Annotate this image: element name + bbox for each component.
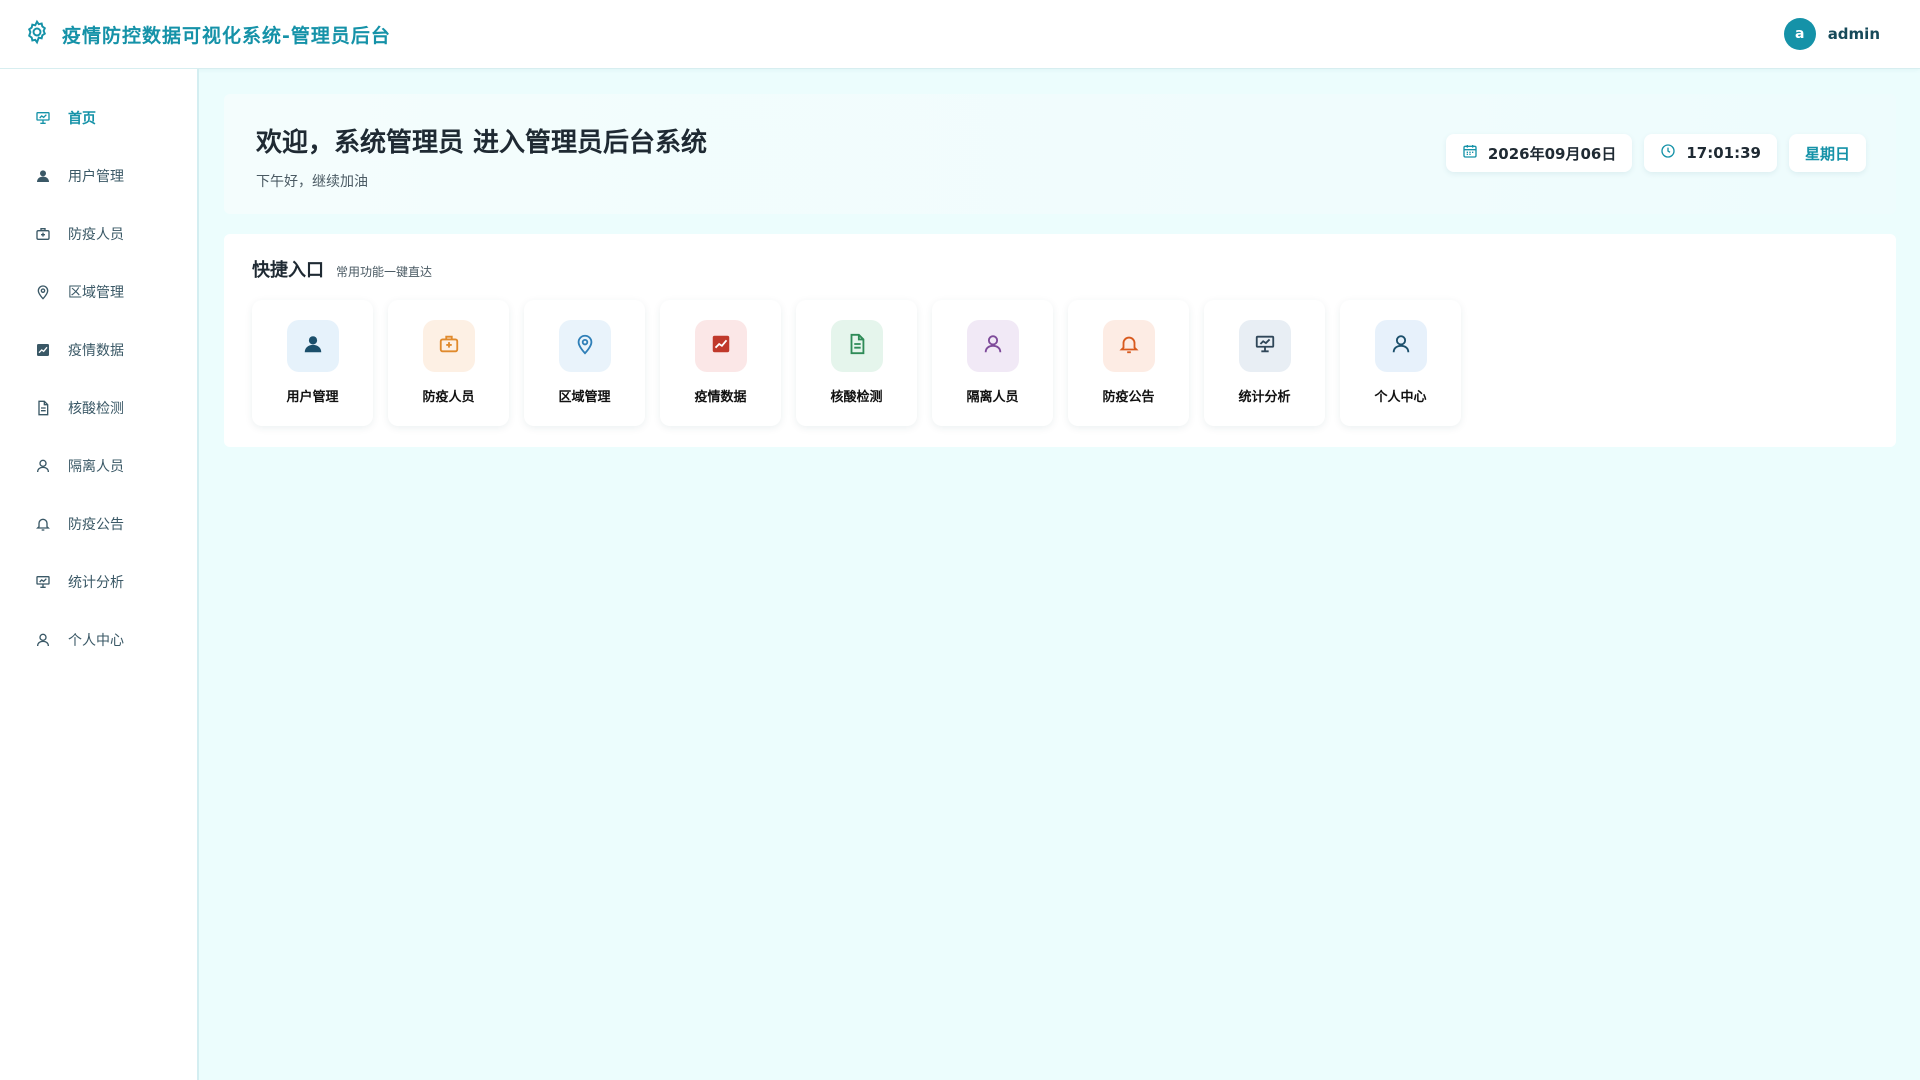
- quick-icon-bg: [1102, 320, 1155, 372]
- brand[interactable]: 疫情防控数据可视化系统-管理员后台: [24, 19, 391, 49]
- clock-icon: [1660, 143, 1676, 163]
- quick-card-label: 防疫公告: [1102, 390, 1155, 405]
- bell-icon: [34, 515, 52, 533]
- sidebar-item-label: 防疫公告: [68, 517, 124, 533]
- quick-icon-bg: [966, 320, 1019, 372]
- quick-card-user-management[interactable]: 用户管理: [252, 300, 373, 426]
- quick-card-region[interactable]: 区域管理: [524, 300, 645, 426]
- quick-card-statistics[interactable]: 统计分析: [1204, 300, 1325, 426]
- quick-entry-subtitle: 常用功能一键直达: [336, 265, 433, 279]
- time-text: 17:01:39: [1686, 144, 1761, 162]
- presentation-icon: [1254, 333, 1276, 359]
- quick-icon-bg: [422, 320, 475, 372]
- sidebar-item-quarantine[interactable]: 隔离人员: [0, 437, 197, 495]
- quick-card-label: 统计分析: [1238, 390, 1291, 405]
- quick-icon-bg: [830, 320, 883, 372]
- quick-card-label: 防疫人员: [422, 390, 475, 405]
- quick-card-nucleic-test[interactable]: 核酸检测: [796, 300, 917, 426]
- sidebar-item-label: 首页: [68, 111, 96, 127]
- calendar-icon: [1462, 143, 1478, 163]
- top-header: 疫情防控数据可视化系统-管理员后台 a admin: [0, 0, 1920, 69]
- sidebar-item-epidemic-data[interactable]: 疫情数据: [0, 321, 197, 379]
- quick-icon-bg: [1374, 320, 1427, 372]
- quick-card-label: 核酸检测: [830, 390, 883, 405]
- gear-icon: [24, 19, 50, 49]
- sidebar-item-label: 区域管理: [68, 285, 124, 301]
- user-filled-icon: [302, 333, 324, 359]
- date-chip: 2026年09月06日: [1445, 134, 1633, 172]
- quick-icon-bg: [286, 320, 339, 372]
- sidebar-item-statistics[interactable]: 统计分析: [0, 553, 197, 611]
- quick-entry-list: 用户管理 防疫人员 区域管理 疫情数据 核酸检测 隔离人员 防疫公告 统计分析 …: [252, 300, 1868, 426]
- user-icon: [982, 333, 1004, 359]
- quick-card-label: 个人中心: [1374, 390, 1427, 405]
- avatar[interactable]: a: [1783, 18, 1816, 50]
- time-chip: 17:01:39: [1644, 134, 1777, 172]
- quick-card-label: 隔离人员: [966, 390, 1019, 405]
- sidebar-item-label: 疫情数据: [68, 343, 124, 359]
- user-menu[interactable]: a admin: [1783, 18, 1880, 50]
- quick-entry-panel: 快捷入口 常用功能一键直达 用户管理 防疫人员 区域管理 疫情数据 核酸检测 隔…: [224, 234, 1896, 447]
- sidebar-item-label: 统计分析: [68, 575, 124, 591]
- chart-icon: [710, 333, 732, 359]
- username[interactable]: admin: [1828, 25, 1880, 43]
- quick-icon-bg: [558, 320, 611, 372]
- medical-kit-icon: [438, 333, 460, 359]
- sidebar-item-label: 个人中心: [68, 633, 124, 649]
- quick-entry-header: 快捷入口 常用功能一键直达: [252, 256, 1868, 282]
- sidebar: 首页 用户管理 防疫人员 区域管理 疫情数据 核酸检测 隔离人员 防疫公告 统计…: [0, 69, 199, 1080]
- quick-entry-title: 快捷入口: [252, 260, 324, 281]
- sidebar-item-label: 防疫人员: [68, 227, 124, 243]
- sidebar-item-label: 用户管理: [68, 169, 124, 185]
- quick-card-staff[interactable]: 防疫人员: [388, 300, 509, 426]
- quick-card-label: 用户管理: [286, 390, 339, 405]
- sidebar-item-announcement[interactable]: 防疫公告: [0, 495, 197, 553]
- date-time-info: 2026年09月06日 17:01:39 星期日: [1445, 134, 1866, 172]
- sidebar-item-user-management[interactable]: 用户管理: [0, 147, 197, 205]
- weekday-chip: 星期日: [1788, 134, 1866, 172]
- document-icon: [846, 333, 868, 359]
- presentation-icon: [34, 109, 52, 127]
- bell-icon: [1118, 333, 1140, 359]
- chart-icon: [34, 341, 52, 359]
- quick-card-label: 区域管理: [558, 390, 611, 405]
- medical-kit-icon: [34, 225, 52, 243]
- sidebar-item-staff[interactable]: 防疫人员: [0, 205, 197, 263]
- sidebar-item-label: 核酸检测: [68, 401, 124, 417]
- quick-card-label: 疫情数据: [694, 390, 747, 405]
- presentation-icon: [34, 573, 52, 591]
- sidebar-item-home[interactable]: 首页: [0, 89, 197, 147]
- welcome-subtitle: 下午好，继续加油: [256, 174, 368, 190]
- quick-card-quarantine[interactable]: 隔离人员: [932, 300, 1053, 426]
- sidebar-item-region[interactable]: 区域管理: [0, 263, 197, 321]
- quick-icon-bg: [694, 320, 747, 372]
- document-icon: [34, 399, 52, 417]
- location-icon: [34, 283, 52, 301]
- quick-card-profile[interactable]: 个人中心: [1340, 300, 1461, 426]
- user-filled-icon: [34, 167, 52, 185]
- user-icon: [34, 457, 52, 475]
- location-icon: [574, 333, 596, 359]
- quick-card-announcement[interactable]: 防疫公告: [1068, 300, 1189, 426]
- quick-icon-bg: [1238, 320, 1291, 372]
- sidebar-item-label: 隔离人员: [68, 459, 124, 475]
- sidebar-item-profile[interactable]: 个人中心: [0, 611, 197, 669]
- user-icon: [34, 631, 52, 649]
- welcome-banner: 欢迎，系统管理员 进入管理员后台系统 下午好，继续加油 2026年09月06日 …: [224, 94, 1896, 214]
- date-text: 2026年09月06日: [1487, 144, 1617, 163]
- app-title: 疫情防控数据可视化系统-管理员后台: [62, 24, 391, 47]
- quick-card-epidemic-data[interactable]: 疫情数据: [660, 300, 781, 426]
- weekday-text: 星期日: [1804, 144, 1850, 163]
- sidebar-item-nucleic-test[interactable]: 核酸检测: [0, 379, 197, 437]
- user-icon: [1390, 333, 1412, 359]
